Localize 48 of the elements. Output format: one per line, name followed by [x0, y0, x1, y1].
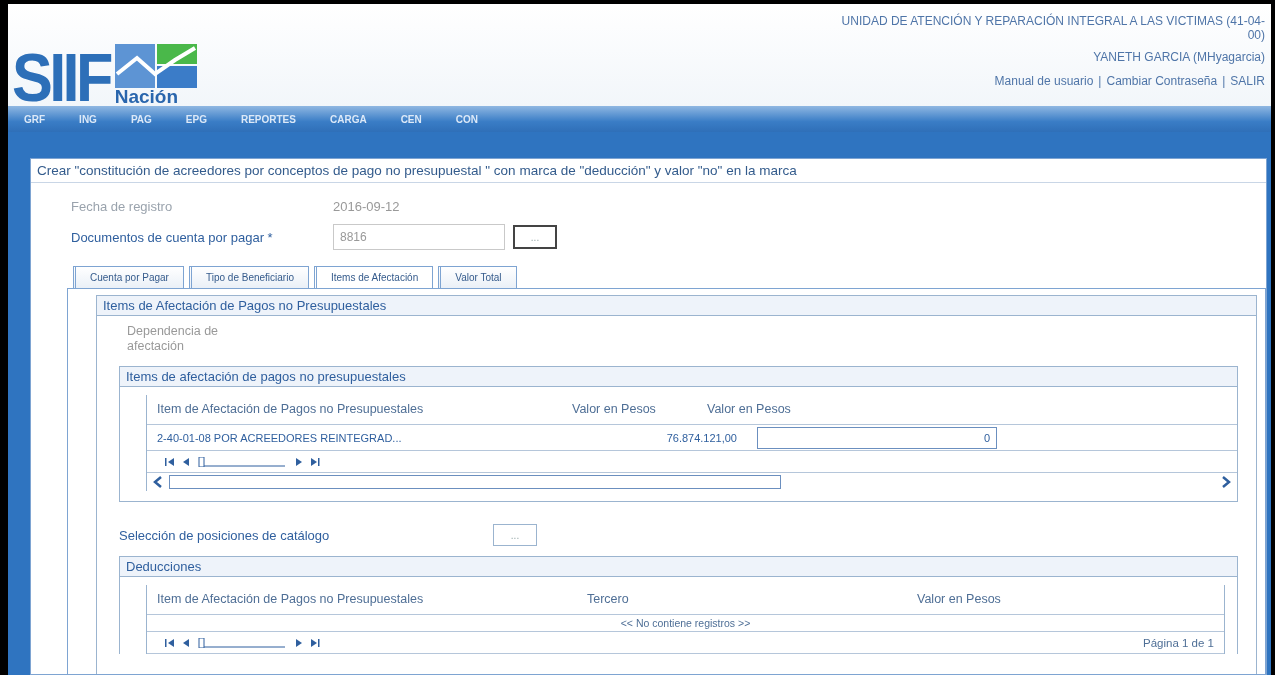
table-title: Items de afectación de pagos no presupuestales [120, 367, 1237, 387]
field-label: Selección de posiciones de catálogo [119, 527, 331, 543]
menu-item[interactable]: REPORTES [232, 113, 312, 125]
field-label: Dependencia de afectación [127, 324, 220, 354]
tab[interactable]: Items de Afectación [313, 266, 434, 288]
column-header: Tercero [586, 593, 630, 606]
menu-item[interactable]: CEN [392, 113, 438, 125]
header-link[interactable]: Cambiar Contraseña [1106, 74, 1218, 88]
column-header: Valor en Pesos [916, 593, 1002, 606]
column-header: Valor en Pesos [706, 403, 792, 416]
user-name: YANETH GARCIA (MHyagarcia) [1093, 50, 1265, 64]
table-cell-text: 2-40-01-08 POR ACREEDORES REINTEGRAD... [156, 431, 403, 444]
tab[interactable]: Cuenta por Pagar [73, 266, 184, 288]
input-field[interactable]: 0 [757, 426, 997, 449]
tab[interactable]: Tipo de Beneficiario [188, 266, 309, 288]
column-header: Item de Afectación de Pagos no Presupuestales [156, 403, 425, 416]
browse-button[interactable]: ... [513, 225, 557, 249]
entity-name: UNIDAD DE ATENCIÓN Y REPARACIÓN INTEGRAL A LAS VICTIMAS (41-04-00) [840, 14, 1265, 42]
scroll-right-icon[interactable] [1221, 476, 1231, 488]
field-value: 2016-09-12 [333, 199, 400, 214]
browse-button[interactable]: ... [493, 524, 537, 546]
input-field[interactable]: 8816 [333, 224, 505, 250]
field-label: Fecha de registro [71, 199, 174, 214]
field-label: Documentos de cuenta por pagar * [71, 229, 274, 245]
link-separator: | [1222, 74, 1226, 88]
table-title: Deducciones [120, 557, 1237, 577]
menu-item[interactable]: EPG [177, 113, 223, 125]
chart-logo-icon [114, 44, 197, 88]
table-cell-text: 76.874.121,00 [665, 431, 738, 444]
menu-item[interactable]: CON [447, 113, 494, 125]
menu-item[interactable]: ING [71, 113, 113, 125]
scroll-left-icon[interactable] [153, 476, 163, 488]
header-link[interactable]: SALIR [1230, 74, 1265, 88]
menu-item[interactable]: GRF [16, 113, 62, 125]
logo-subtext: Nación [114, 88, 180, 106]
page-title: Crear "constitución de acreedores por conceptos de pago no presupuestal " con marca de "deducción" y valor "no" en la marca [31, 159, 1266, 183]
scrollbar-track[interactable] [169, 475, 781, 489]
tab[interactable]: Valor Total [438, 266, 517, 288]
column-header: Item de Afectación de Pagos no Presupuestales [156, 593, 425, 606]
section-title: Items de Afectación de Pagos no Presupuestales [97, 296, 1256, 316]
menu-item[interactable]: CARGA [321, 113, 383, 125]
menu-item[interactable]: PAG [122, 113, 168, 125]
page-indicator: Página 1 de 1 [1143, 636, 1214, 649]
link-separator: | [1098, 74, 1102, 88]
empty-message: << No contiene registros >> [147, 615, 1224, 632]
logo-text: SIIF [12, 48, 110, 106]
header-link[interactable]: Manual de usuario [994, 74, 1094, 88]
column-header: Valor en Pesos [571, 403, 657, 416]
